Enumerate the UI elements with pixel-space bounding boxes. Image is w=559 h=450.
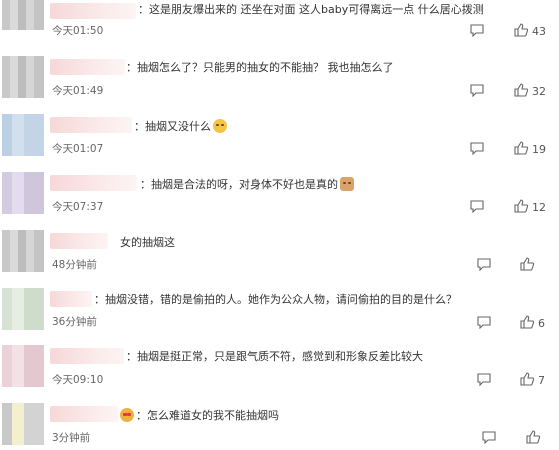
avatar[interactable] <box>2 0 44 30</box>
username[interactable] <box>50 3 136 19</box>
comment-icon[interactable] <box>477 373 491 386</box>
comment-time: 今天01:50 <box>52 25 104 37</box>
comment-time: 今天09:10 <box>52 374 104 386</box>
like-count: 7 <box>538 374 545 387</box>
comment-text: ：抽烟怎么了？只能男的抽女的不能抽？ 我也抽怎么了 <box>126 61 394 74</box>
comment-item: ：抽烟怎么了？只能男的抽女的不能抽？ 我也抽怎么了 今天01:49 32 <box>0 56 559 112</box>
like-count: 43 <box>532 25 546 38</box>
comment-text: ：怎么难道女的我不能抽烟吗 <box>120 408 279 423</box>
comment-icon[interactable] <box>470 200 484 213</box>
comment-text: ：抽烟又没什么 <box>134 119 227 134</box>
comment-item: ：怎么难道女的我不能抽烟吗 3分钟前 <box>0 403 559 450</box>
username[interactable] <box>50 291 92 307</box>
comment-text: ：抽烟没错，错的是偷拍的人。她作为公众人物，请问偷拍的目的是什么？ <box>94 293 457 306</box>
username[interactable] <box>50 117 132 133</box>
avatar[interactable] <box>2 403 44 445</box>
comment-item: ：抽烟没错，错的是偷拍的人。她作为公众人物，请问偷拍的目的是什么？ 36分钟前 … <box>0 288 559 344</box>
avatar[interactable] <box>2 114 44 156</box>
avatar[interactable] <box>2 345 44 387</box>
comment-time: 48分钟前 <box>52 259 97 271</box>
username[interactable] <box>50 348 124 364</box>
comment-icon[interactable] <box>470 142 484 155</box>
username[interactable] <box>50 59 125 75</box>
comment-time: 今天07:37 <box>52 201 104 213</box>
comment-time: 3分钟前 <box>52 432 91 444</box>
thumbs-up-icon[interactable] <box>514 141 528 155</box>
comment-item: ：抽烟是合法的呀，对身体不好也是真的 今天07:37 12 <box>0 172 559 228</box>
heart-eyes-face-icon <box>120 408 134 422</box>
dog-face-icon <box>340 177 354 191</box>
like-count: 19 <box>532 143 546 156</box>
comment-item: 女的抽烟这 48分钟前 <box>0 230 559 286</box>
comment-text: ：抽烟是挺正常，只是跟气质不符，感觉到和形象反差比较大 <box>126 350 423 363</box>
avatar[interactable] <box>2 230 44 272</box>
comment-text: ：这是朋友爆出来的 还坐在对面 这人baby可得离远一点 什么居心拨测 <box>138 3 484 16</box>
avatar[interactable] <box>2 56 44 98</box>
comment-time: 36分钟前 <box>52 316 97 328</box>
comment-text: 女的抽烟这 <box>120 236 175 249</box>
comment-text: ：抽烟是合法的呀，对身体不好也是真的 <box>140 177 354 192</box>
like-count: 32 <box>532 85 546 98</box>
thumbs-up-icon[interactable] <box>514 23 528 37</box>
username[interactable] <box>50 175 137 191</box>
comment-item: ：抽烟又没什么 今天01:07 19 <box>0 114 559 170</box>
avatar[interactable] <box>2 288 44 330</box>
comment-item: ：这是朋友爆出来的 还坐在对面 这人baby可得离远一点 什么居心拨测 今天01… <box>0 0 559 56</box>
thumbs-up-icon[interactable] <box>514 199 528 213</box>
comment-icon[interactable] <box>482 431 496 444</box>
thumbs-up-icon[interactable] <box>514 83 528 97</box>
like-count: 12 <box>532 201 546 214</box>
username[interactable] <box>50 233 108 249</box>
comment-icon[interactable] <box>477 316 491 329</box>
avatar[interactable] <box>2 172 44 214</box>
thumbs-up-icon[interactable] <box>520 372 534 386</box>
comment-icon[interactable] <box>477 258 491 271</box>
comment-time: 今天01:49 <box>52 85 104 97</box>
thinking-face-icon <box>213 119 227 133</box>
thumbs-up-icon[interactable] <box>520 257 534 271</box>
comment-time: 今天01:07 <box>52 143 104 155</box>
username[interactable] <box>50 406 118 422</box>
like-count: 6 <box>538 317 545 330</box>
thumbs-up-icon[interactable] <box>526 430 540 444</box>
comment-icon[interactable] <box>470 24 484 37</box>
comment-icon[interactable] <box>470 84 484 97</box>
comment-item: ：抽烟是挺正常，只是跟气质不符，感觉到和形象反差比较大 今天09:10 7 <box>0 345 559 401</box>
thumbs-up-icon[interactable] <box>520 315 534 329</box>
